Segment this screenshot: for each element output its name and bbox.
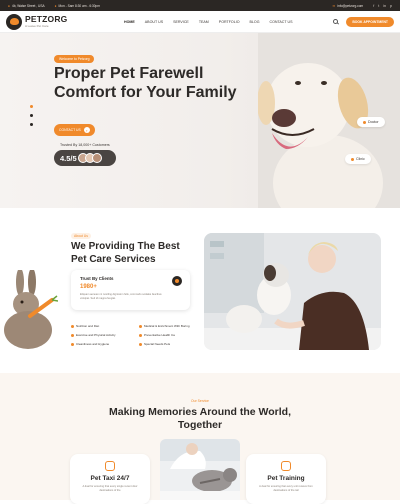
- feature-label: Exercise and Physical Activity: [76, 333, 116, 337]
- customer-avatars: [77, 153, 102, 163]
- address-item: ● 4b, Walse Street , USA: [8, 4, 45, 8]
- bullet-icon: [71, 342, 74, 346]
- doctor-chip-label: Doctor: [368, 120, 379, 124]
- service-name: Pet Training: [267, 475, 305, 482]
- clock-icon: ●: [54, 3, 57, 8]
- search-icon[interactable]: [333, 19, 339, 24]
- slider-dot[interactable]: [30, 114, 33, 117]
- dot-icon: [363, 120, 366, 124]
- services-tag: Our Service: [191, 399, 209, 403]
- hero-title: Proper Pet Farewell Comfort for Your Fam…: [54, 65, 237, 101]
- nav-team[interactable]: TEAM: [199, 20, 209, 24]
- service-desc: A dual for ensuring that every unit rece…: [259, 485, 313, 492]
- vet-with-dog-image: [204, 233, 381, 350]
- feature-item: Medical & Enrichment With Boring: [139, 324, 199, 328]
- service-name: Pet Taxi 24/7: [90, 475, 130, 482]
- bullet-icon: [139, 333, 142, 337]
- address-text: 4b, Walse Street , USA: [11, 3, 45, 8]
- rabbit-image: [4, 270, 58, 349]
- mail-icon: ✉: [332, 3, 336, 8]
- feature-list: Nutrition and Diet Medical & Enrichment …: [71, 324, 199, 346]
- pet-training-icon: [281, 461, 291, 471]
- cat-vet-image: [160, 439, 240, 500]
- feature-item: Special Needs Pets: [139, 342, 199, 346]
- service-card-training[interactable]: Pet Training A dual for ensuring that ev…: [246, 454, 326, 504]
- logo[interactable]: PETZORG A Leave Pet Care: [6, 13, 116, 30]
- twitter-icon[interactable]: t: [378, 4, 379, 8]
- bullet-icon: [139, 324, 142, 328]
- social-links: f t in p: [373, 4, 392, 8]
- contact-us-label: CONTACT US: [59, 128, 81, 132]
- clinic-chip[interactable]: Clinic: [345, 154, 371, 164]
- clinic-chip-label: Clinic: [356, 157, 365, 161]
- nav-service[interactable]: SERVICE: [173, 20, 189, 24]
- main-nav: HOME ABOUT US SERVICE TEAM PORTFOLIO BLO…: [124, 20, 293, 24]
- about-title: We Providing The Best Pet Care Services: [71, 241, 180, 265]
- hero-section: Welcome to Petzorg Proper Pet Farewell C…: [0, 33, 400, 208]
- service-desc: A dual for ensuring that every single re…: [82, 485, 138, 492]
- feature-label: Nutrition and Diet: [76, 324, 100, 328]
- hours-text: Mon - Sam 8:30 am - 6:30pm: [58, 3, 100, 8]
- arrow-right-icon: ›: [83, 127, 90, 133]
- feature-label: Medical & Enrichment With Boring: [144, 324, 190, 328]
- rating-value: 4.5/5: [60, 153, 77, 163]
- trust-card-title: Trust By Clients: [80, 276, 114, 281]
- nav-contact[interactable]: CONTACT US: [270, 20, 293, 24]
- services-section: Our Service Making Memories Around the W…: [0, 373, 400, 504]
- trust-label: Trusted By 18,000+ Customers: [60, 143, 110, 147]
- about-tag: About Us: [71, 233, 91, 239]
- pet-taxi-icon: [105, 461, 115, 471]
- service-card-taxi[interactable]: Pet Taxi 24/7 A dual for ensuring that e…: [70, 454, 150, 504]
- feature-label: Special Needs Pets: [144, 342, 171, 346]
- nav-home[interactable]: HOME: [124, 20, 135, 24]
- location-icon: ●: [8, 3, 10, 8]
- feature-label: Cleanliness and Hygiene: [76, 342, 110, 346]
- trophy-icon: [172, 276, 182, 286]
- feature-item: Preventative Health Ca: [139, 333, 199, 337]
- contact-us-button[interactable]: CONTACT US ›: [54, 124, 95, 136]
- avatar: [91, 153, 102, 163]
- bullet-icon: [139, 342, 142, 346]
- services-title: Making Memories Around the World, Togeth…: [108, 406, 291, 432]
- trust-card: Trust By Clients 1980+ Eliquam aenean mi…: [71, 270, 190, 310]
- main-header: PETZORG A Leave Pet Care HOME ABOUT US S…: [0, 11, 400, 33]
- nav-portfolio[interactable]: PORTFOLIO: [219, 20, 240, 24]
- email-text[interactable]: info@petzorg.com: [337, 4, 363, 8]
- trust-card-count: 1980+: [80, 284, 97, 290]
- email-item[interactable]: ✉ info@petzorg.com: [333, 4, 364, 8]
- trust-card-desc: Eliquam aenean mi nostling dignissim fel…: [80, 293, 162, 300]
- logo-tagline: A Leave Pet Care: [25, 23, 49, 28]
- bullet-icon: [71, 333, 74, 337]
- paw-logo-icon: [6, 13, 22, 30]
- slider-dots: [30, 105, 33, 126]
- slider-dot[interactable]: [30, 105, 33, 108]
- logo-name: PETZORG: [25, 14, 68, 25]
- nav-about[interactable]: ABOUT US: [145, 20, 163, 24]
- doctor-chip[interactable]: Doctor: [357, 117, 385, 127]
- feature-item: Nutrition and Diet: [71, 324, 131, 328]
- linkedin-icon[interactable]: in: [383, 4, 386, 8]
- feature-label: Preventative Health Ca: [144, 333, 175, 337]
- nav-blog[interactable]: BLOG: [250, 20, 260, 24]
- hours-item: ● Mon - Sam 8:30 am - 6:30pm: [55, 4, 100, 8]
- top-info-bar: ● 4b, Walse Street , USA ● Mon - Sam 8:30 …: [0, 0, 400, 11]
- rating-pill: 4.5/5: [54, 150, 116, 166]
- bullet-icon: [71, 324, 74, 328]
- hero-tag: Welcome to Petzorg: [54, 55, 95, 63]
- feature-item: Exercise and Physical Activity: [71, 333, 131, 337]
- pinterest-icon[interactable]: p: [390, 4, 392, 8]
- dot-icon: [351, 157, 354, 161]
- about-section: About Us We Providing The Best Pet Care …: [0, 218, 400, 360]
- book-appointment-button[interactable]: BOOK APPOINTMENT: [346, 16, 394, 27]
- facebook-icon[interactable]: f: [373, 4, 374, 8]
- slider-dot[interactable]: [30, 123, 33, 126]
- feature-item: Cleanliness and Hygiene: [71, 342, 131, 346]
